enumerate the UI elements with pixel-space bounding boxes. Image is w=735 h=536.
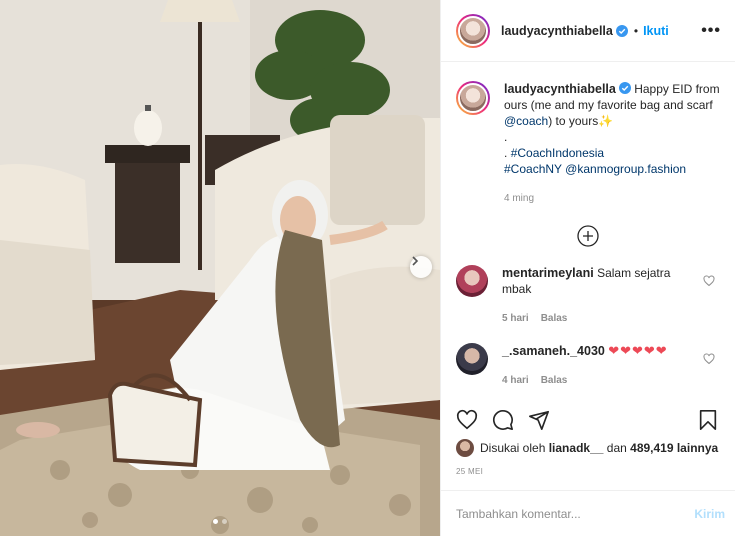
save-button[interactable] [695, 407, 721, 433]
likes-prefix: Disukai oleh [480, 441, 546, 455]
comment-heart-icon[interactable] [703, 275, 715, 287]
comment-input[interactable] [456, 506, 695, 521]
post-photo[interactable] [0, 0, 440, 536]
reply-button[interactable]: Balas [541, 375, 568, 386]
commenter-avatar[interactable] [456, 343, 488, 375]
carousel-indicator [0, 519, 440, 524]
share-icon [529, 410, 549, 430]
likes-conj: dan [606, 441, 627, 455]
comment-text: ❤❤❤❤❤ [608, 343, 668, 358]
comment-item: _.samaneh._4030 ❤❤❤❤❤ 4 hari Balas [441, 343, 735, 389]
commenter-username[interactable]: _.samaneh._4030 [502, 344, 605, 358]
comments-section[interactable]: laudyacynthiabella Happy EID from ours (… [441, 63, 735, 400]
hashtag-link[interactable]: #CoachNY [504, 162, 562, 176]
caption-text-end: ) to yours [548, 114, 599, 128]
caption-avatar[interactable] [456, 81, 490, 115]
post-caption: laudyacynthiabella Happy EID from ours (… [441, 63, 735, 207]
post-image [0, 0, 440, 536]
liker-username[interactable]: lianadk__ [549, 441, 604, 455]
comment-button[interactable] [490, 407, 516, 433]
share-button[interactable] [526, 407, 552, 433]
likes-count[interactable]: 489,419 lainnya [630, 441, 718, 455]
mention-link[interactable]: @coach [504, 114, 548, 128]
like-button[interactable] [454, 407, 480, 433]
comment-icon [493, 410, 513, 430]
caption-username[interactable]: laudyacynthiabella [504, 82, 616, 96]
caption-dot: . [504, 146, 508, 160]
more-options-icon[interactable]: ••• [701, 22, 721, 40]
author-avatar[interactable] [456, 13, 490, 48]
post-panel: laudyacynthiabella • Ikuti ••• laudyacyn… [440, 0, 735, 536]
comment-item: mentarimeylani Salam sejatra mbak 5 hari… [441, 265, 735, 327]
post-date: 25 MEI [456, 467, 484, 476]
liker-avatar[interactable] [456, 439, 474, 457]
verified-badge-icon [618, 82, 631, 94]
caption-timestamp: 4 ming [504, 193, 535, 204]
action-bar [441, 400, 735, 440]
author-username[interactable]: laudyacynthiabella [501, 24, 613, 38]
sparkle-emoji: ✨ [598, 114, 614, 128]
comment-time: 4 hari [502, 375, 529, 386]
load-more-icon [577, 225, 599, 247]
mention-link[interactable]: @kanmogroup.fashion [565, 162, 686, 176]
reply-button[interactable]: Balas [541, 313, 568, 324]
caption-dot: . [504, 130, 508, 144]
carousel-dot [213, 519, 218, 524]
likes-summary: Disukai oleh lianadk__ dan 489,419 lainn… [456, 439, 725, 457]
heart-icon [456, 409, 478, 430]
comment-time: 5 hari [502, 313, 529, 324]
verified-badge-icon [615, 24, 628, 37]
carousel-next-icon [412, 256, 419, 266]
hashtag-link[interactable]: #CoachIndonesia [511, 146, 604, 160]
post-header: laudyacynthiabella • Ikuti ••• [441, 0, 735, 62]
follow-button[interactable]: Ikuti [643, 24, 669, 38]
carousel-dot [222, 519, 227, 524]
carousel-next-button[interactable] [410, 256, 432, 278]
post-comment-button[interactable]: Kirim [694, 507, 725, 521]
load-more-button[interactable] [441, 225, 735, 247]
comment-heart-icon[interactable] [703, 353, 715, 365]
commenter-avatar[interactable] [456, 265, 488, 297]
header-separator: • [633, 23, 639, 38]
commenter-username[interactable]: mentarimeylani [502, 266, 594, 280]
bookmark-icon [699, 410, 717, 430]
add-comment-bar: Kirim [441, 490, 735, 536]
